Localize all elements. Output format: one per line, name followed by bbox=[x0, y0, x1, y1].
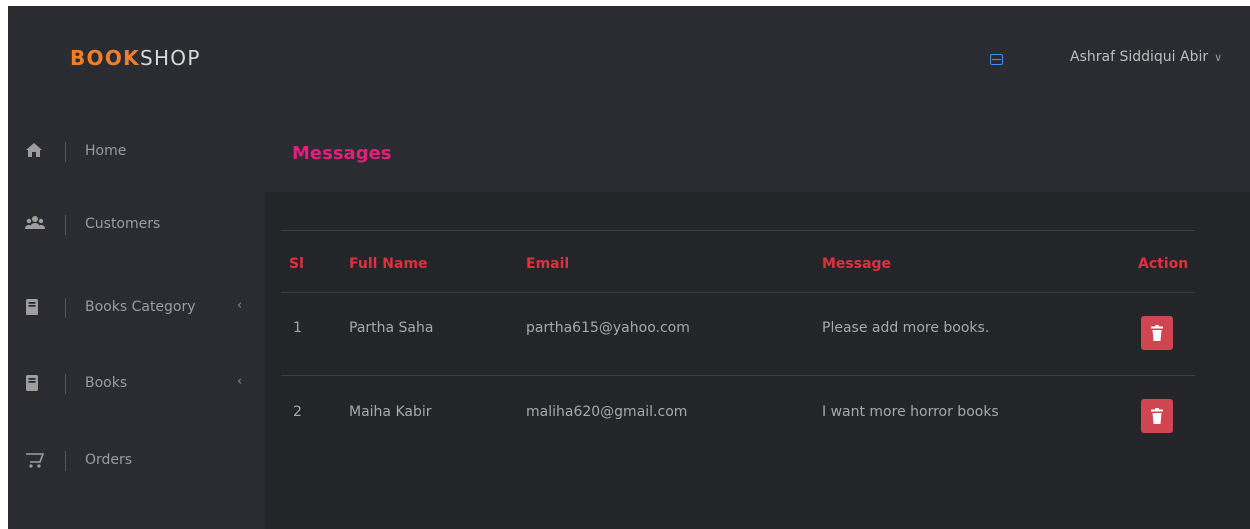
sidebar-item-label: Books Category bbox=[85, 299, 196, 315]
cell-email: maliha620@gmail.com bbox=[526, 404, 688, 420]
cell-sl: 2 bbox=[293, 404, 302, 420]
column-header-email: Email bbox=[526, 256, 570, 272]
user-menu[interactable]: Ashraf Siddiqui Abir ∨ bbox=[1070, 49, 1222, 65]
brand-part-1: BOOK bbox=[70, 46, 140, 70]
column-header-full-name: Full Name bbox=[349, 256, 428, 272]
cell-message: Please add more books. bbox=[822, 320, 990, 336]
app-window: BOOKSHOP Ashraf Siddiqui Abir ∨ Home Cus… bbox=[8, 6, 1250, 529]
sidebar-item-books[interactable]: Books ‹ bbox=[8, 362, 265, 406]
top-bar: BOOKSHOP Ashraf Siddiqui Abir ∨ bbox=[8, 6, 1250, 108]
sidebar-item-label: Customers bbox=[85, 216, 161, 232]
column-header-sl: Sl bbox=[289, 256, 304, 272]
nav-separator bbox=[65, 142, 66, 162]
trash-icon bbox=[1151, 325, 1163, 341]
users-icon bbox=[25, 215, 45, 233]
chevron-left-icon: ‹ bbox=[237, 298, 243, 313]
brand-part-2: SHOP bbox=[139, 46, 201, 70]
table-divider bbox=[281, 375, 1195, 376]
column-header-message: Message bbox=[822, 256, 892, 272]
sidebar-item-label: Books bbox=[85, 375, 128, 391]
sidebar-item-books-category[interactable]: Books Category ‹ bbox=[8, 286, 265, 330]
home-icon bbox=[25, 142, 45, 160]
chevron-left-icon: ‹ bbox=[237, 374, 243, 389]
nav-separator bbox=[65, 451, 66, 471]
column-header-action: Action bbox=[1138, 256, 1189, 272]
nav-separator bbox=[65, 298, 66, 318]
chevron-down-icon: ∨ bbox=[1214, 51, 1223, 64]
table-divider bbox=[281, 230, 1195, 231]
delete-button[interactable] bbox=[1141, 316, 1173, 350]
cart-icon bbox=[25, 451, 45, 469]
page-title: Messages bbox=[292, 143, 392, 164]
trash-icon bbox=[1151, 408, 1163, 424]
user-name: Ashraf Siddiqui Abir bbox=[1070, 49, 1209, 65]
nav-separator bbox=[65, 215, 66, 235]
cell-full-name: Maiha Kabir bbox=[349, 404, 432, 420]
sidebar-item-label: Orders bbox=[85, 452, 133, 468]
sidebar-item-label: Home bbox=[85, 143, 127, 159]
page-header: Messages bbox=[265, 108, 1250, 192]
book-icon bbox=[25, 374, 45, 392]
cell-email: partha615@yahoo.com bbox=[526, 320, 690, 336]
cell-sl: 1 bbox=[293, 320, 302, 336]
sidebar-item-customers[interactable]: Customers bbox=[8, 203, 265, 247]
nav-separator bbox=[65, 374, 66, 394]
book-icon bbox=[25, 298, 45, 316]
sidebar-item-orders[interactable]: Orders bbox=[8, 439, 265, 483]
table-divider bbox=[281, 292, 1195, 293]
sidebar-item-home[interactable]: Home bbox=[8, 130, 265, 174]
cell-message: I want more horror books bbox=[822, 404, 999, 420]
cell-full-name: Partha Saha bbox=[349, 320, 434, 336]
delete-button[interactable] bbox=[1141, 399, 1173, 433]
brand-logo[interactable]: BOOKSHOP bbox=[70, 46, 201, 70]
mail-icon[interactable] bbox=[990, 54, 1003, 65]
sidebar: Home Customers Books Category ‹ Books ‹ … bbox=[8, 108, 265, 529]
